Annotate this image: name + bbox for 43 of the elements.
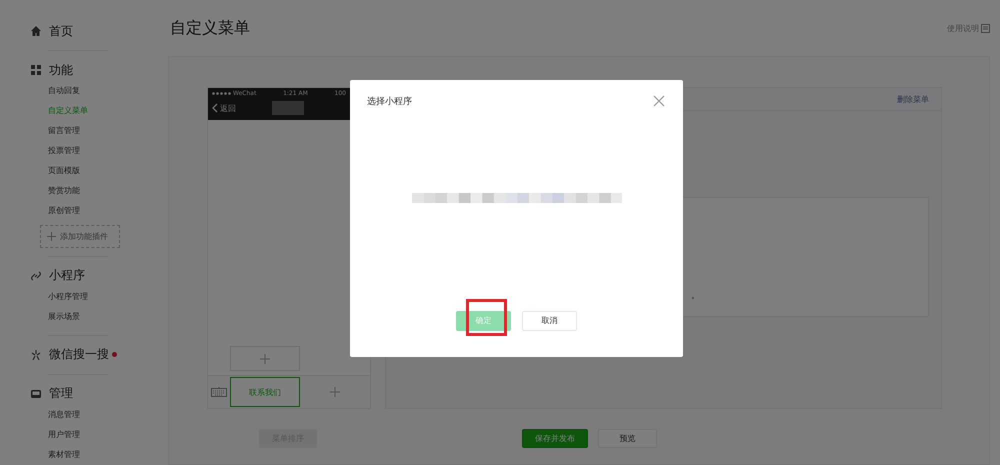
nav-item[interactable]: 素材管理	[30, 444, 166, 465]
nav-item[interactable]: 自定义菜单	[30, 101, 166, 122]
plus-icon	[260, 354, 270, 364]
back-link[interactable]: 返回	[212, 102, 236, 114]
add-plugin-button[interactable]: 添加功能插件	[40, 225, 120, 248]
close-icon[interactable]	[653, 95, 665, 107]
nav-item[interactable]: 页面模版	[30, 161, 166, 182]
nav-item[interactable]: 自动回复	[30, 81, 166, 102]
nav-item[interactable]: 用户管理	[30, 424, 166, 445]
nav-item[interactable]: 消息管理	[30, 404, 166, 425]
nav-section[interactable]: 功能	[49, 62, 73, 79]
delete-menu-link[interactable]: 删除菜单	[897, 94, 929, 104]
nav-item[interactable]: 赞赏功能	[30, 181, 166, 202]
cancel-button[interactable]: 取消	[522, 310, 577, 330]
sparkle-icon	[30, 348, 42, 361]
grid-icon	[30, 64, 42, 76]
inbox-icon	[30, 388, 42, 400]
nav-item[interactable]: 展示场景	[30, 306, 166, 327]
dialog-title: 选择小程序	[367, 96, 412, 108]
keyboard-icon[interactable]	[211, 387, 227, 397]
chevron-left-icon	[212, 103, 218, 113]
plus-icon	[330, 387, 340, 397]
nav-item[interactable]: 留言管理	[30, 121, 166, 142]
nav-item[interactable]: 原创管理	[30, 201, 166, 222]
publish-button[interactable]: 保存并发布	[522, 429, 588, 448]
add-submenu-button[interactable]	[230, 346, 300, 371]
nav-section[interactable]: 微信搜一搜	[49, 346, 109, 364]
nav-item[interactable]: 投票管理	[30, 141, 166, 162]
help-link[interactable]: 使用说明	[947, 22, 990, 34]
nav-item[interactable]: 小程序管理	[30, 286, 166, 307]
document-icon	[981, 24, 990, 32]
text-fragment: 。	[691, 290, 700, 302]
nav-section[interactable]: 管理	[49, 385, 73, 402]
signal-icon	[212, 92, 231, 95]
nav-section[interactable]: 小程序	[49, 267, 85, 284]
plus-icon	[47, 232, 56, 241]
link-icon	[30, 270, 42, 282]
blurred-account-name	[272, 101, 304, 115]
menu-tab[interactable]: 联系我们	[230, 377, 300, 407]
preview-button[interactable]: 预览	[598, 429, 657, 448]
home-icon	[30, 25, 42, 38]
nav-section[interactable]: 首页	[49, 22, 73, 40]
page-title: 自定义菜单	[170, 18, 250, 38]
